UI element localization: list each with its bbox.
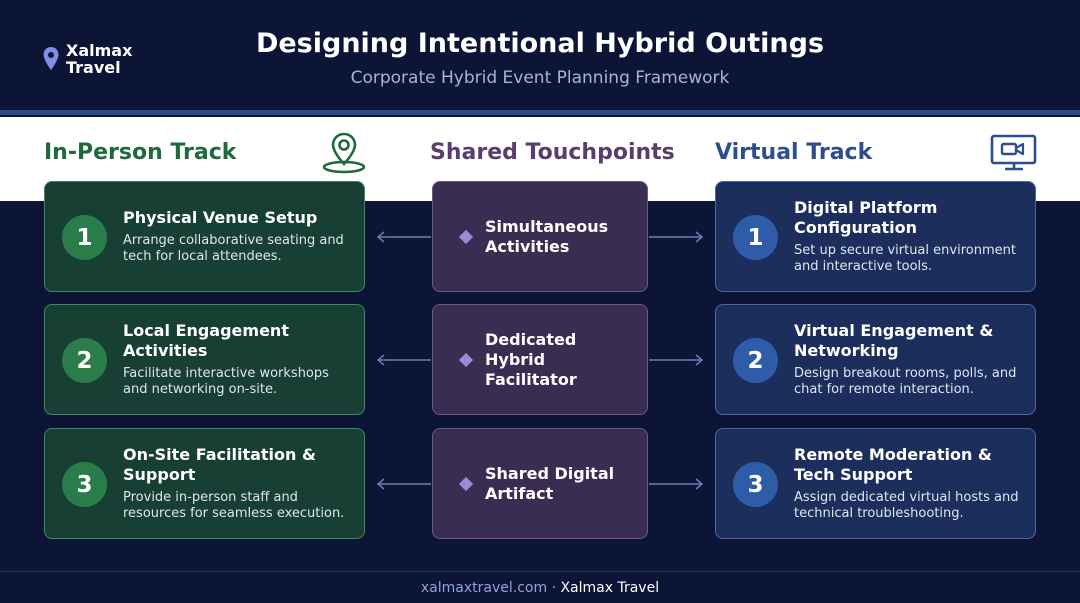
arrow-left-icon — [376, 354, 431, 366]
diamond-icon — [458, 352, 474, 368]
shared-touchpoints-heading: Shared Touchpoints — [430, 140, 675, 165]
step-title: Remote Moderation & Tech Support — [794, 445, 992, 484]
monitor-video-icon — [990, 134, 1037, 171]
header-divider — [0, 110, 1080, 115]
step-description: Design breakout rooms, polls, and chat f… — [794, 366, 1017, 397]
diamond-icon — [458, 476, 474, 492]
diamond-icon — [458, 229, 474, 245]
virtual-step-1[interactable]: 1 Digital Platform Configuration Set up … — [715, 181, 1036, 292]
arrow-right-icon — [649, 354, 704, 366]
page-subtitle: Corporate Hybrid Event Planning Framewor… — [350, 68, 730, 88]
step-number-badge: 1 — [733, 215, 778, 260]
step-description: Set up secure virtual environment and in… — [794, 243, 1016, 274]
virtual-step-2[interactable]: 2 Virtual Engagement & Networking Design… — [715, 304, 1036, 415]
step-number-badge: 3 — [62, 462, 107, 507]
step-title: On-Site Facilitation & Support — [123, 445, 316, 484]
step-title: Digital Platform Configuration — [794, 198, 938, 237]
footer-divider — [0, 571, 1080, 572]
shared-touchpoint-3[interactable]: Shared Digital Artifact — [432, 428, 648, 539]
footer-brand: Xalmax Travel — [560, 580, 660, 596]
step-number-badge: 2 — [62, 338, 107, 383]
step-title: Local Engagement Activities — [123, 321, 289, 360]
footer-website-link[interactable]: xalmaxtravel.com — [421, 580, 547, 596]
map-pin-icon — [322, 132, 366, 174]
step-description: Provide in-person staff and resources fo… — [123, 490, 345, 521]
arrow-left-icon — [376, 231, 431, 243]
touchpoint-title: Shared Digital Artifact — [485, 463, 615, 503]
step-number-badge: 2 — [733, 338, 778, 383]
step-number-badge: 1 — [62, 215, 107, 260]
header: Xalmax Travel Designing Intentional Hybr… — [0, 0, 1080, 112]
in-person-step-2[interactable]: 2 Local Engagement Activities Facilitate… — [44, 304, 365, 415]
touchpoint-title: Dedicated Hybrid Facilitator — [485, 329, 577, 389]
footer-separator: · — [551, 580, 557, 596]
arrow-right-icon — [649, 231, 704, 243]
step-title: Physical Venue Setup — [123, 208, 318, 227]
virtual-step-3[interactable]: 3 Remote Moderation & Tech Support Assig… — [715, 428, 1036, 539]
arrow-right-icon — [649, 478, 704, 490]
step-title: Virtual Engagement & Networking — [794, 321, 994, 360]
step-description: Facilitate interactive workshops and net… — [123, 366, 329, 397]
shared-touchpoint-1[interactable]: Simultaneous Activities — [432, 181, 648, 292]
shared-touchpoint-2[interactable]: Dedicated Hybrid Facilitator — [432, 304, 648, 415]
page-title: Designing Intentional Hybrid Outings — [255, 28, 825, 59]
footer: xalmaxtravel.com · Xalmax Travel — [0, 580, 1080, 596]
in-person-step-3[interactable]: 3 On-Site Facilitation & Support Provide… — [44, 428, 365, 539]
step-description: Arrange collaborative seating and tech f… — [123, 233, 344, 264]
step-description: Assign dedicated virtual hosts and techn… — [794, 490, 1019, 521]
touchpoint-title: Simultaneous Activities — [485, 216, 609, 256]
in-person-step-1[interactable]: 1 Physical Venue Setup Arrange collabora… — [44, 181, 365, 292]
arrow-left-icon — [376, 478, 431, 490]
virtual-track-heading: Virtual Track — [715, 140, 873, 165]
in-person-track-heading: In-Person Track — [44, 140, 237, 165]
step-number-badge: 3 — [733, 462, 778, 507]
